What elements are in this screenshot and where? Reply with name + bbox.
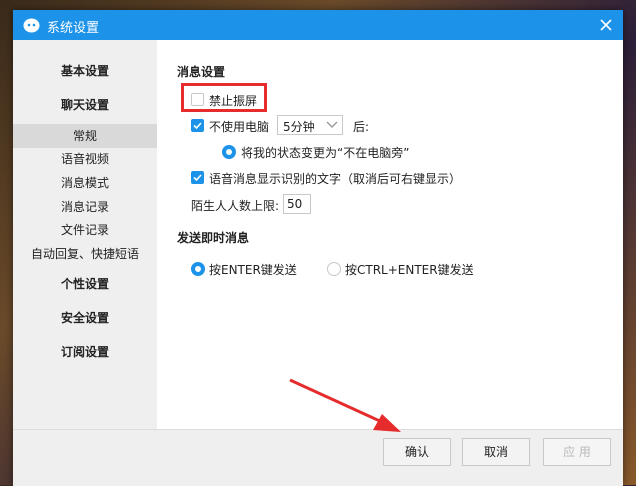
- stranger-limit-input[interactable]: [283, 194, 311, 214]
- send-ctrl-enter-label: 按CTRL+ENTER键发送: [345, 263, 474, 277]
- apply-button[interactable]: 应 用: [543, 438, 611, 466]
- message-settings-title: 消息设置: [177, 65, 226, 79]
- app-logo-icon: [23, 18, 40, 33]
- idle-label: 不使用电脑: [209, 120, 270, 134]
- check-icon: [193, 122, 202, 130]
- cancel-button[interactable]: 取消: [462, 438, 530, 466]
- title-bar: 系统设置: [13, 10, 623, 40]
- voice-text-checkbox[interactable]: [191, 171, 204, 184]
- sidebar-item-chat[interactable]: 聊天设置: [13, 93, 157, 117]
- disable-shake-checkbox[interactable]: [191, 93, 204, 106]
- send-settings-title: 发送即时消息: [177, 231, 250, 245]
- idle-duration-select[interactable]: 5分钟: [277, 115, 343, 135]
- check-icon: [193, 174, 202, 182]
- idle-suffix: 后:: [353, 120, 370, 134]
- confirm-button[interactable]: 确认: [383, 438, 451, 466]
- settings-window: 系统设置 基本设置 聊天设置 常规 语音视频 消息模式 消息记录 文件记录 自动…: [13, 10, 623, 486]
- send-ctrl-enter-radio[interactable]: [327, 262, 341, 276]
- send-enter-radio[interactable]: [191, 262, 205, 276]
- status-change-label: 将我的状态变更为“不在电脑旁”: [241, 146, 410, 160]
- sidebar-item-voice-video[interactable]: 语音视频: [13, 147, 157, 171]
- sidebar-item-auto-reply[interactable]: 自动回复、快捷短语: [13, 242, 157, 266]
- sidebar-item-personalize[interactable]: 个性设置: [13, 272, 157, 296]
- stranger-limit-label: 陌生人人数上限:: [191, 199, 280, 213]
- window-title: 系统设置: [47, 21, 100, 36]
- chevron-down-icon: [326, 121, 338, 128]
- disable-shake-label: 禁止振屏: [209, 94, 258, 108]
- sidebar-item-message-mode[interactable]: 消息模式: [13, 171, 157, 195]
- sidebar-item-basic[interactable]: 基本设置: [13, 59, 157, 83]
- sidebar-item-message-history[interactable]: 消息记录: [13, 195, 157, 219]
- sidebar-item-security[interactable]: 安全设置: [13, 306, 157, 330]
- status-change-radio[interactable]: [222, 145, 236, 159]
- sidebar: 基本设置 聊天设置 常规 语音视频 消息模式 消息记录 文件记录 自动回复、快捷…: [13, 40, 157, 429]
- sidebar-item-general[interactable]: 常规: [13, 124, 157, 148]
- settings-content: 消息设置 禁止振屏 不使用电脑 5分钟 后: 将我的状态变更为“不在电脑旁” 语…: [157, 40, 623, 429]
- sidebar-item-file-history[interactable]: 文件记录: [13, 218, 157, 242]
- idle-checkbox[interactable]: [191, 119, 204, 132]
- send-enter-label: 按ENTER键发送: [209, 263, 297, 277]
- dialog-footer: 确认 取消 应 用: [13, 429, 623, 486]
- voice-text-label: 语音消息显示识别的文字（取消后可右键显示）: [209, 172, 462, 186]
- close-icon[interactable]: [595, 14, 617, 36]
- sidebar-item-subscription[interactable]: 订阅设置: [13, 340, 157, 364]
- idle-duration-value: 5分钟: [283, 120, 315, 134]
